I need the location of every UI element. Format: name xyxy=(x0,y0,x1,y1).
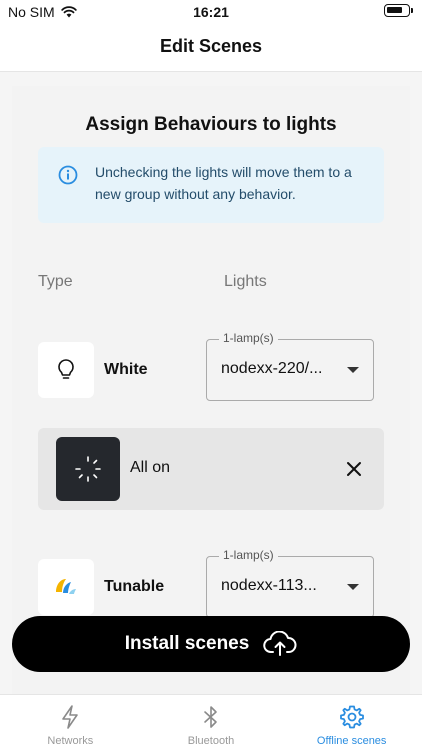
tab-bluetooth[interactable]: Bluetooth xyxy=(141,695,282,750)
info-banner: Unchecking the lights will move them to … xyxy=(38,147,384,223)
selected-lights-value: nodexx-113... xyxy=(221,577,317,594)
cloud-upload-icon xyxy=(263,631,297,656)
lights-select-white[interactable]: 1-lamp(s) nodexx-220/... xyxy=(206,331,374,401)
behavior-row[interactable]: All on xyxy=(38,428,384,510)
behavior-thumbnail xyxy=(56,437,120,501)
type-tunable-label: Tunable xyxy=(104,578,165,595)
clock: 16:21 xyxy=(193,4,229,20)
tab-networks[interactable]: Networks xyxy=(0,695,141,750)
type-white-icon-box xyxy=(38,342,94,398)
tab-offline-scenes[interactable]: Offline scenes xyxy=(281,695,422,750)
battery-icon xyxy=(384,4,413,17)
tab-label: Bluetooth xyxy=(187,735,235,747)
lamp-count-label: 1-lamp(s) xyxy=(219,331,278,345)
lightning-icon xyxy=(62,705,79,729)
lamp-count-label: 1-lamp(s) xyxy=(219,548,278,562)
scroll-content[interactable]: Assign Behaviours to lights Unchecking t… xyxy=(0,72,422,694)
install-scenes-button[interactable]: Install scenes xyxy=(12,616,410,672)
remove-behavior-button[interactable] xyxy=(342,457,366,481)
tunable-color-icon xyxy=(56,579,76,594)
page-title: Edit Scenes xyxy=(159,36,263,56)
nav-bar: Edit Scenes xyxy=(0,26,422,72)
install-scenes-label: Install scenes xyxy=(124,633,250,654)
dropdown-arrow-icon xyxy=(347,367,359,373)
section-heading: Assign Behaviours to lights xyxy=(85,114,337,135)
bluetooth-icon xyxy=(204,706,217,728)
dropdown-arrow-icon xyxy=(347,584,359,590)
gear-icon xyxy=(339,705,364,729)
selected-lights-value: nodexx-220/... xyxy=(221,360,323,377)
info-icon xyxy=(58,165,78,185)
tab-bar: Networks Bluetooth Offline scenes xyxy=(0,694,422,750)
info-text: Unchecking the lights will move them to … xyxy=(95,164,352,202)
bulb-icon xyxy=(58,359,74,379)
close-icon xyxy=(347,462,361,476)
loading-spinner-icon xyxy=(75,456,101,482)
column-header-lights: Lights xyxy=(224,273,267,290)
lights-select-tunable[interactable]: 1-lamp(s) nodexx-113... xyxy=(206,548,374,618)
type-tunable-icon-box xyxy=(38,559,94,615)
tab-label: Networks xyxy=(47,735,94,747)
status-bar: No SIM 16:21 xyxy=(0,0,422,26)
tab-label: Offline scenes xyxy=(316,735,387,747)
behavior-label: All on xyxy=(130,459,171,476)
type-white-label: White xyxy=(104,361,148,378)
column-header-type: Type xyxy=(38,273,73,290)
